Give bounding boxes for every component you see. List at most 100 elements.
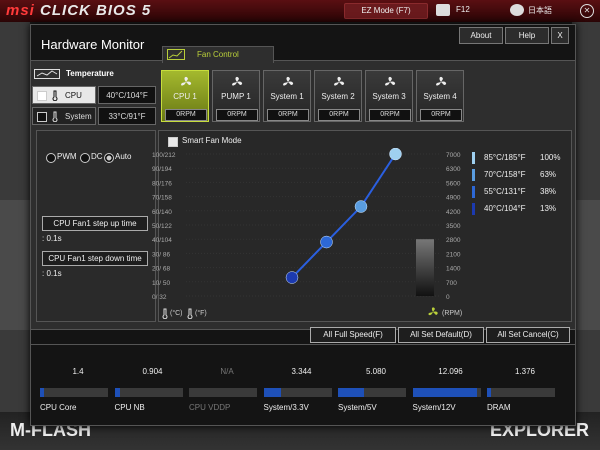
y-right-tick: 700 [446,280,457,287]
step-up-time-value: : 0.1s [42,234,62,243]
step-down-time-value: : 0.1s [42,269,62,278]
fan-icon [334,76,345,86]
voltage-track [40,388,108,397]
curve-point [285,271,299,284]
sensor-system[interactable]: System 33°C/91°F [32,107,156,125]
temperature-chart-icon [34,69,60,79]
voltage-label: CPU VDDP [189,403,231,412]
y-left-tick: 0/ 32 [152,294,167,301]
globe-icon[interactable] [510,4,524,16]
y-right-tick: 7000 [446,152,461,159]
fan-tab-label: CPU 1 [173,92,197,101]
sensor-cpu-checkbox[interactable] [37,91,47,101]
mode-auto-radio[interactable] [104,153,114,163]
legend-temp: 40°C/104°F [484,204,526,213]
mode-auto-label[interactable]: Auto [115,152,131,161]
y-right-tick: 2800 [446,237,461,244]
thermometer-icon [52,90,58,101]
legend-swatch [472,152,475,164]
step-down-time-button[interactable]: CPU Fan1 step down time [42,251,148,266]
fan-rpm-value: 0RPM [267,109,309,121]
tab-fan-control[interactable]: Fan Control [162,46,274,63]
voltage-bar [338,388,364,397]
voltage-value: 0.904 [142,367,163,376]
voltage-value: 1.4 [72,367,84,376]
legend-item: 40°C/104°F 13% [472,202,567,217]
voltage-value: 12.096 [438,367,463,376]
all-set-default-button[interactable]: All Set Default(D) [398,327,484,343]
sensor-cpu-name[interactable]: CPU [32,86,96,104]
fan-icon [232,76,243,86]
y-left-tick: 100/212 [152,152,176,159]
voltage-bar [114,388,120,397]
voltage-label: System/3.3V [263,403,309,412]
curve-point [320,235,333,249]
fan-tab-cpu-1[interactable]: CPU 1 0RPM [161,70,209,122]
mode-dc-label[interactable]: DC [91,152,103,161]
y-left-tick: 80/176 [152,180,172,187]
voltage-value: N/A [220,367,234,376]
thermometer-c-icon [162,308,168,319]
fan-tab-system-1[interactable]: System 1 0RPM [263,70,311,122]
sensor-system-name[interactable]: System [32,107,96,125]
fan-curve-line [291,153,397,279]
voltage-value: 1.376 [514,367,536,376]
about-button[interactable]: About [459,27,503,44]
window-close-button[interactable]: X [551,27,569,44]
legend-temp: 70°C/158°F [484,170,526,179]
voltage-label: DRAM [487,403,511,412]
voltage-label: CPU Core [40,403,77,412]
fan-tab-system-3[interactable]: System 3 0RPM [365,70,413,122]
smart-fan-label[interactable]: Smart Fan Mode [182,136,242,145]
y-right-tick: 6300 [446,166,461,173]
fan-rpm-value: 0RPM [216,109,258,121]
legend-swatch [472,186,475,198]
temperature-label: Temperature [66,69,114,78]
curve-point [354,200,368,213]
sensor-system-checkbox[interactable] [37,112,47,122]
fan-rpm-value: 0RPM [420,109,462,121]
sensor-cpu-value: 40°C/104°F [98,86,156,104]
language-label[interactable]: 日本語 [528,5,552,16]
mode-dc-radio[interactable] [80,153,90,163]
fan-icon [283,76,294,86]
all-full-speed-button[interactable]: All Full Speed(F) [310,327,396,343]
voltage-label: CPU NB [114,403,145,412]
fan-tab-system-4[interactable]: System 4 0RPM [416,70,464,122]
screenshot-icon[interactable] [436,4,450,16]
y-left-tick: 60/140 [152,209,172,216]
y-right-tick: 3500 [446,223,461,230]
ez-mode-button[interactable]: EZ Mode (F7) [344,3,428,19]
mode-pwm-radio[interactable] [46,153,56,163]
y-left-tick: 70/158 [152,195,172,202]
f12-label: F12 [456,5,470,14]
smart-fan-checkbox[interactable] [168,137,178,147]
fan-tab-pump-1[interactable]: PUMP 1 0RPM [212,70,260,122]
current-rpm-bar [416,239,434,296]
voltage-panel [30,344,576,426]
fan-tab-label: System 2 [321,92,355,101]
voltage-bar [412,388,478,397]
fan-chart-icon [167,49,185,60]
fan-tab-label: System 1 [270,92,304,101]
tab-temperature[interactable]: Temperature [32,66,124,82]
thermometer-icon [52,111,58,122]
fan-icon [428,307,438,316]
fan-rpm-value: 0RPM [369,109,411,121]
legend-item: 55°C/131°F 38% [472,185,567,200]
y-right-tick: 2100 [446,251,461,258]
legend-percent: 63% [540,170,557,179]
help-button[interactable]: Help [505,27,549,44]
y-left-tick: 90/194 [152,166,172,173]
y-right-tick: 4200 [446,209,461,216]
legend-temp: 85°C/185°F [484,153,526,162]
all-set-cancel-button[interactable]: All Set Cancel(C) [486,327,570,343]
close-icon[interactable]: ✕ [580,4,594,18]
fan-tab-system-2[interactable]: System 2 0RPM [314,70,362,122]
sensor-cpu[interactable]: CPU 40°C/104°F [32,86,156,104]
fan-curve-chart[interactable]: 100/212 90/194 80/176 70/158 60/140 50/122 40/… [150,148,470,318]
step-up-time-button[interactable]: CPU Fan1 step up time [42,216,148,231]
unit-celsius: (°C) [170,310,183,317]
mode-pwm-label[interactable]: PWM [57,152,77,161]
y-right-tick: 0 [446,294,450,301]
